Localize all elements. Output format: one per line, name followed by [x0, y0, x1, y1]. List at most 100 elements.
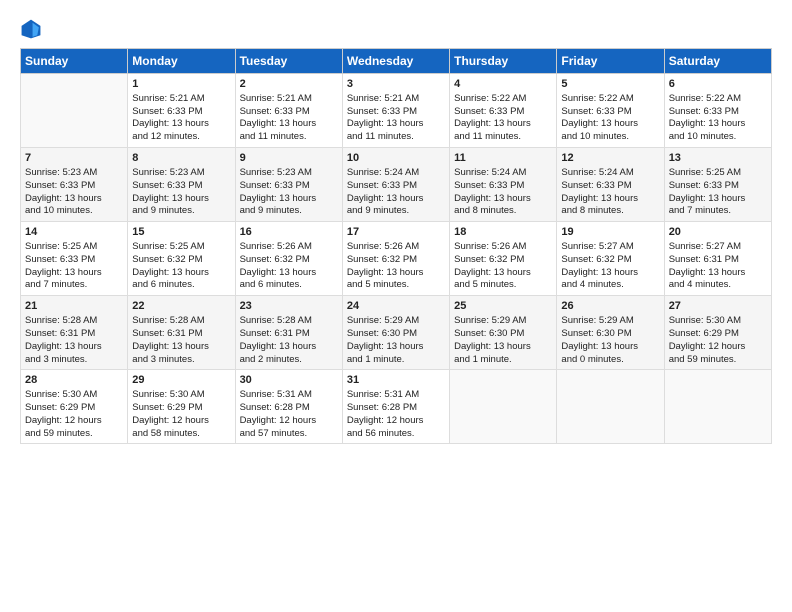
day-number: 18: [454, 225, 552, 240]
day-number: 5: [561, 77, 659, 92]
day-info-line: Sunrise: 5:22 AM: [669, 93, 767, 106]
day-info-line: Sunset: 6:31 PM: [132, 328, 230, 341]
day-info-line: Sunrise: 5:29 AM: [347, 315, 445, 328]
day-cell: 26Sunrise: 5:29 AMSunset: 6:30 PMDayligh…: [557, 296, 664, 370]
day-info-line: Daylight: 13 hours: [240, 341, 338, 354]
day-cell: [557, 370, 664, 444]
day-cell: 24Sunrise: 5:29 AMSunset: 6:30 PMDayligh…: [342, 296, 449, 370]
day-cell: 12Sunrise: 5:24 AMSunset: 6:33 PMDayligh…: [557, 148, 664, 222]
day-info-line: Sunset: 6:33 PM: [132, 106, 230, 119]
day-info-line: and 58 minutes.: [132, 428, 230, 441]
day-cell: 2Sunrise: 5:21 AMSunset: 6:33 PMDaylight…: [235, 74, 342, 148]
day-cell: [450, 370, 557, 444]
day-info-line: and 9 minutes.: [132, 205, 230, 218]
day-info-line: Sunset: 6:30 PM: [454, 328, 552, 341]
week-row-1: 1Sunrise: 5:21 AMSunset: 6:33 PMDaylight…: [21, 74, 772, 148]
day-info-line: Sunset: 6:33 PM: [561, 180, 659, 193]
day-number: 6: [669, 77, 767, 92]
day-info-line: Sunrise: 5:23 AM: [240, 167, 338, 180]
day-info-line: Sunset: 6:29 PM: [132, 402, 230, 415]
day-info-line: Sunset: 6:32 PM: [561, 254, 659, 267]
day-info-line: Daylight: 12 hours: [132, 415, 230, 428]
day-info-line: Sunrise: 5:30 AM: [669, 315, 767, 328]
day-info-line: and 8 minutes.: [561, 205, 659, 218]
day-info-line: Daylight: 13 hours: [25, 267, 123, 280]
day-number: 9: [240, 151, 338, 166]
day-cell: 19Sunrise: 5:27 AMSunset: 6:32 PMDayligh…: [557, 222, 664, 296]
day-number: 14: [25, 225, 123, 240]
day-cell: [664, 370, 771, 444]
day-info-line: Daylight: 13 hours: [25, 341, 123, 354]
week-row-5: 28Sunrise: 5:30 AMSunset: 6:29 PMDayligh…: [21, 370, 772, 444]
day-info-line: Sunrise: 5:26 AM: [454, 241, 552, 254]
day-cell: 4Sunrise: 5:22 AMSunset: 6:33 PMDaylight…: [450, 74, 557, 148]
week-row-4: 21Sunrise: 5:28 AMSunset: 6:31 PMDayligh…: [21, 296, 772, 370]
day-number: 13: [669, 151, 767, 166]
day-info-line: and 2 minutes.: [240, 354, 338, 367]
day-info-line: Daylight: 13 hours: [132, 267, 230, 280]
day-info-line: Daylight: 13 hours: [669, 193, 767, 206]
day-info-line: Sunset: 6:33 PM: [561, 106, 659, 119]
header-cell-thursday: Thursday: [450, 49, 557, 74]
day-info-line: Daylight: 13 hours: [25, 193, 123, 206]
day-cell: 1Sunrise: 5:21 AMSunset: 6:33 PMDaylight…: [128, 74, 235, 148]
day-info-line: Sunset: 6:28 PM: [240, 402, 338, 415]
day-info-line: and 4 minutes.: [669, 279, 767, 292]
day-number: 12: [561, 151, 659, 166]
day-number: 24: [347, 299, 445, 314]
week-row-3: 14Sunrise: 5:25 AMSunset: 6:33 PMDayligh…: [21, 222, 772, 296]
day-info-line: and 10 minutes.: [669, 131, 767, 144]
day-info-line: Daylight: 13 hours: [240, 267, 338, 280]
day-info-line: and 6 minutes.: [240, 279, 338, 292]
day-info-line: Sunrise: 5:21 AM: [132, 93, 230, 106]
day-info-line: and 6 minutes.: [132, 279, 230, 292]
day-info-line: Sunset: 6:33 PM: [347, 106, 445, 119]
day-info-line: and 9 minutes.: [347, 205, 445, 218]
day-info-line: Sunset: 6:31 PM: [240, 328, 338, 341]
day-info-line: and 10 minutes.: [561, 131, 659, 144]
logo: [20, 18, 46, 40]
day-info-line: Daylight: 13 hours: [240, 193, 338, 206]
day-info-line: Sunset: 6:30 PM: [347, 328, 445, 341]
header-row: SundayMondayTuesdayWednesdayThursdayFrid…: [21, 49, 772, 74]
day-cell: 5Sunrise: 5:22 AMSunset: 6:33 PMDaylight…: [557, 74, 664, 148]
day-info-line: Daylight: 13 hours: [561, 341, 659, 354]
logo-icon: [20, 18, 42, 40]
day-info-line: Sunrise: 5:21 AM: [347, 93, 445, 106]
day-info-line: Sunset: 6:29 PM: [25, 402, 123, 415]
day-cell: [21, 74, 128, 148]
day-info-line: Daylight: 13 hours: [454, 267, 552, 280]
page: SundayMondayTuesdayWednesdayThursdayFrid…: [0, 0, 792, 612]
day-number: 11: [454, 151, 552, 166]
day-info-line: Daylight: 13 hours: [240, 118, 338, 131]
day-number: 26: [561, 299, 659, 314]
day-info-line: Daylight: 12 hours: [669, 341, 767, 354]
day-info-line: Sunrise: 5:30 AM: [25, 389, 123, 402]
header-cell-saturday: Saturday: [664, 49, 771, 74]
day-cell: 18Sunrise: 5:26 AMSunset: 6:32 PMDayligh…: [450, 222, 557, 296]
day-cell: 11Sunrise: 5:24 AMSunset: 6:33 PMDayligh…: [450, 148, 557, 222]
day-info-line: and 11 minutes.: [240, 131, 338, 144]
day-info-line: and 10 minutes.: [25, 205, 123, 218]
day-info-line: Sunrise: 5:30 AM: [132, 389, 230, 402]
day-number: 17: [347, 225, 445, 240]
day-info-line: Sunrise: 5:22 AM: [454, 93, 552, 106]
day-number: 10: [347, 151, 445, 166]
day-number: 1: [132, 77, 230, 92]
day-number: 27: [669, 299, 767, 314]
day-info-line: Sunset: 6:32 PM: [240, 254, 338, 267]
day-info-line: Sunset: 6:33 PM: [25, 180, 123, 193]
day-cell: 8Sunrise: 5:23 AMSunset: 6:33 PMDaylight…: [128, 148, 235, 222]
day-info-line: Sunrise: 5:23 AM: [25, 167, 123, 180]
day-cell: 3Sunrise: 5:21 AMSunset: 6:33 PMDaylight…: [342, 74, 449, 148]
day-info-line: Sunrise: 5:26 AM: [347, 241, 445, 254]
day-cell: 13Sunrise: 5:25 AMSunset: 6:33 PMDayligh…: [664, 148, 771, 222]
header-cell-friday: Friday: [557, 49, 664, 74]
day-info-line: Sunrise: 5:21 AM: [240, 93, 338, 106]
day-info-line: Sunrise: 5:24 AM: [454, 167, 552, 180]
day-info-line: Sunrise: 5:25 AM: [132, 241, 230, 254]
day-info-line: Sunset: 6:33 PM: [132, 180, 230, 193]
day-info-line: Sunset: 6:32 PM: [454, 254, 552, 267]
day-number: 16: [240, 225, 338, 240]
day-info-line: Daylight: 13 hours: [454, 118, 552, 131]
